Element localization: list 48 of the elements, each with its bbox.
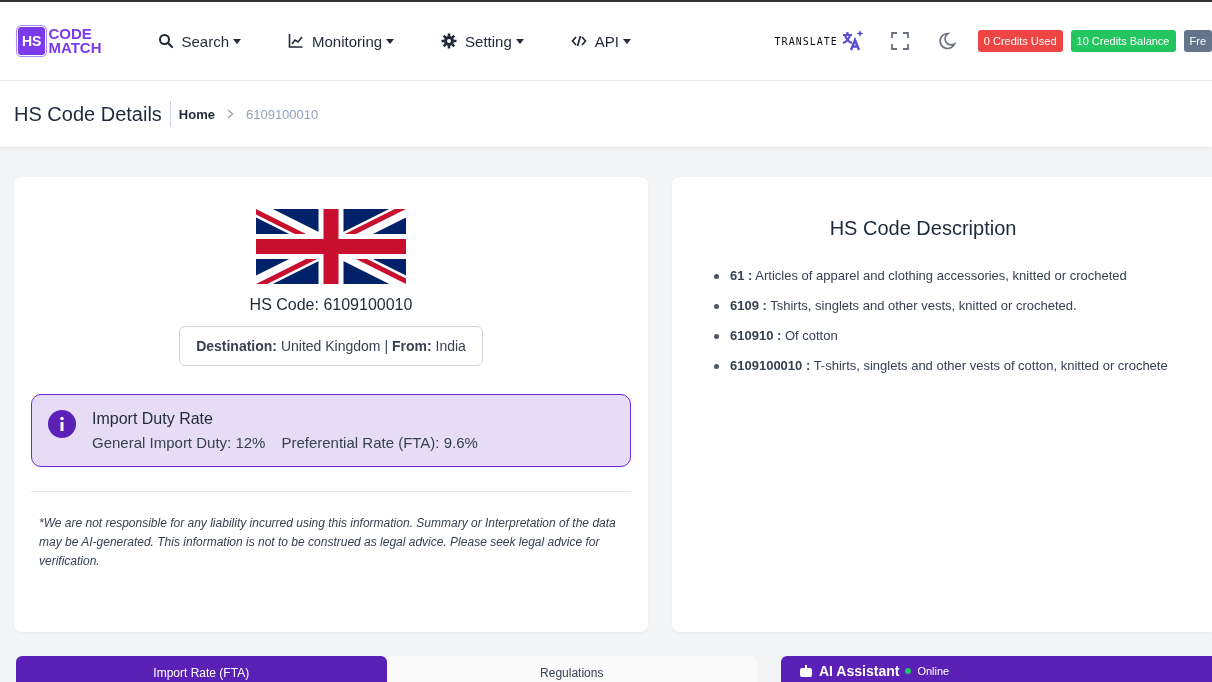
flag-icon bbox=[256, 209, 406, 284]
bullet-icon bbox=[714, 363, 719, 369]
nav-menu-item[interactable]: Monitoring bbox=[288, 32, 395, 50]
description-item: 6109 : Tshirts, singlets and other vests, knitted or crocheted. bbox=[730, 298, 1077, 314]
caret-icon bbox=[515, 38, 524, 44]
caret-icon bbox=[233, 38, 242, 44]
nav-menu-item[interactable]: Setting bbox=[441, 32, 524, 50]
info-icon bbox=[48, 410, 76, 438]
breadcrumb-link[interactable]: Home bbox=[178, 106, 215, 122]
bullet-icon bbox=[714, 303, 719, 309]
caret-icon bbox=[622, 38, 631, 44]
search-icon bbox=[157, 33, 174, 49]
description-item: 6109100010 : T-shirts, singlets and other vests of cotton, knitted or crochete bbox=[730, 358, 1168, 374]
disclaimer-text: *We are not responsible for any liability incurred using this information. Summary or Interpretation of the data may be AI-generated. This information is not to be construed as legal advice. Please seek legal advice for verification. bbox=[38, 515, 617, 570]
robot-icon bbox=[799, 665, 813, 677]
nav-menu-item[interactable]: API bbox=[570, 32, 631, 50]
route-info: Destination: United Kingdom | From: India bbox=[179, 326, 483, 366]
credits-badge: Fre bbox=[1183, 30, 1212, 52]
chevron-right-icon bbox=[226, 109, 234, 119]
code-icon bbox=[570, 33, 587, 49]
fullscreen-icon[interactable] bbox=[889, 31, 910, 51]
settings-icon bbox=[441, 33, 458, 49]
rate-tab[interactable]: Regulations bbox=[386, 656, 757, 682]
caret-icon bbox=[386, 38, 395, 44]
description-title: HS Code Description bbox=[828, 217, 1018, 240]
status-dot-icon bbox=[905, 668, 912, 674]
translate-button[interactable]: TRANSLATE bbox=[774, 29, 864, 53]
description-item: 610910 : Of cotton bbox=[730, 328, 838, 344]
moon-icon[interactable] bbox=[936, 31, 957, 51]
breadcrumb-current: 6109100010 bbox=[245, 106, 319, 122]
logo-badge: HS bbox=[18, 27, 46, 55]
logo-text: CODE bbox=[48, 27, 93, 41]
page-title: HS Code Details bbox=[14, 101, 171, 127]
nav-menu-item[interactable]: Search bbox=[157, 32, 242, 50]
assistant-status: Online bbox=[917, 665, 950, 677]
credits-badge: 0 Credits Used bbox=[977, 30, 1063, 52]
assistant-title: AI Assistant bbox=[819, 663, 900, 679]
bullet-icon bbox=[714, 333, 719, 339]
logo-text: MATCH bbox=[48, 41, 102, 55]
general-duty-rate: General Import Duty: 12% bbox=[92, 434, 266, 451]
line-chart-icon bbox=[288, 33, 305, 49]
preferential-rate: Preferential Rate (FTA): 9.6% bbox=[281, 434, 478, 451]
duty-title: Import Duty Rate bbox=[92, 410, 214, 428]
description-item: 61 : Articles of apparel and clothing accessories, knitted or crocheted bbox=[730, 268, 1127, 284]
rate-tab[interactable]: Import Rate (FTA) bbox=[16, 656, 387, 682]
hs-code-label: HS Code: 6109100010 bbox=[249, 296, 413, 314]
credits-badge: 10 Credits Balance bbox=[1070, 30, 1176, 52]
bullet-icon bbox=[714, 273, 719, 279]
